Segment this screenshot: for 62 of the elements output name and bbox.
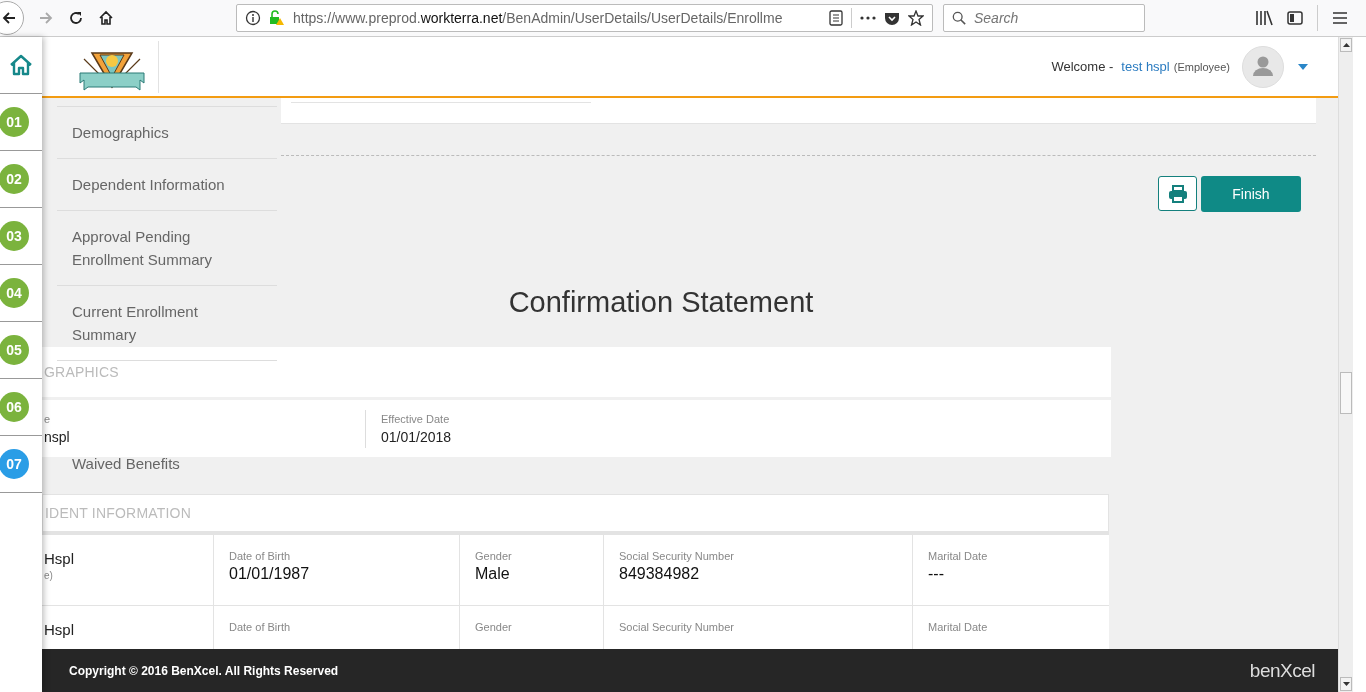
field-label: Social Security Number <box>619 621 735 633</box>
caret-icon[interactable] <box>1298 63 1308 70</box>
sidebar-icon[interactable] <box>1287 10 1303 26</box>
menu-icon[interactable] <box>1332 11 1348 25</box>
menu-item[interactable]: Demographics <box>57 107 277 159</box>
user-name-link[interactable]: test hspl <box>1121 59 1170 74</box>
field-label: Marital Date <box>928 621 989 633</box>
menu-item[interactable]: Approval Pending Enrollment Summary <box>57 211 277 286</box>
address-bar[interactable]: https://www.preprod.workterra.net/BenAdmin/UserDetails/UserDetails/Enrollme <box>236 4 933 32</box>
reader-view-icon[interactable] <box>829 10 843 26</box>
back-arrow-icon <box>1 10 17 26</box>
field-label: Gender <box>475 621 513 633</box>
avatar-icon[interactable] <box>1242 45 1284 88</box>
field-label: Date of Birth <box>229 550 292 562</box>
field-label: Social Security Number <box>619 550 735 562</box>
field-label: Gender <box>475 550 513 562</box>
user-role: (Employee) <box>1173 60 1230 73</box>
search-field[interactable]: Search <box>943 4 1145 32</box>
footer-logo: benXcel <box>1249 659 1315 682</box>
menu-item[interactable]: Dependent Information <box>57 159 277 211</box>
field-label: Date of Birth <box>229 621 292 633</box>
finish-button[interactable]: Finish <box>1201 176 1301 212</box>
step-indicator[interactable]: 05 <box>0 335 29 365</box>
search-icon <box>952 10 966 26</box>
search-input[interactable]: Search <box>972 9 1136 27</box>
copyright-text: Copyright © 2016 BenXcel. All Rights Reserved <box>69 663 339 678</box>
library-icon[interactable] <box>1255 10 1273 26</box>
dependent-name: Hspl <box>44 621 75 638</box>
info-icon <box>245 10 261 26</box>
field-value: 01/01/1987 <box>229 565 311 583</box>
field-value: 01/01/2018 <box>381 428 452 445</box>
warning-lock-icon <box>269 10 285 26</box>
dependent-name: Hspl <box>44 550 75 567</box>
home-icon[interactable] <box>9 53 33 77</box>
home-button[interactable] <box>98 10 114 26</box>
reload-button[interactable] <box>68 10 84 26</box>
pocket-icon[interactable] <box>884 10 900 26</box>
step-indicator[interactable]: 02 <box>0 164 29 194</box>
star-icon[interactable] <box>908 10 924 26</box>
scrollbar[interactable] <box>1338 37 1353 692</box>
section-title: GRAPHICS <box>44 364 119 380</box>
step-indicator[interactable]: 01 <box>0 107 29 137</box>
field-value: --- <box>928 565 945 583</box>
print-button[interactable] <box>1158 176 1197 211</box>
field-value: nspl <box>44 428 71 445</box>
scrollbar-thumb[interactable] <box>1340 372 1352 414</box>
step-indicator[interactable]: 03 <box>0 221 29 251</box>
section-title: IDENT INFORMATION <box>45 505 191 521</box>
field-label: Effective Date <box>381 412 451 425</box>
field-value: 849384982 <box>619 565 701 583</box>
back-button[interactable] <box>0 1 24 35</box>
url-text: https://www.preprod.workterra.net/BenAdmin/UserDetails/UserDetails/Enrollme <box>293 10 784 26</box>
welcome-text: Welcome - <box>1051 59 1114 74</box>
more-icon[interactable] <box>860 16 876 20</box>
field-label: e <box>44 412 52 425</box>
field-value: Male <box>475 565 511 583</box>
step-indicator[interactable]: 04 <box>0 278 29 308</box>
step-indicator[interactable]: 06 <box>0 392 29 422</box>
printer-icon <box>1167 184 1188 203</box>
dependent-relation: e) <box>44 570 54 581</box>
step-indicator[interactable]: 07 <box>0 449 29 479</box>
field-label: Marital Date <box>928 550 989 562</box>
